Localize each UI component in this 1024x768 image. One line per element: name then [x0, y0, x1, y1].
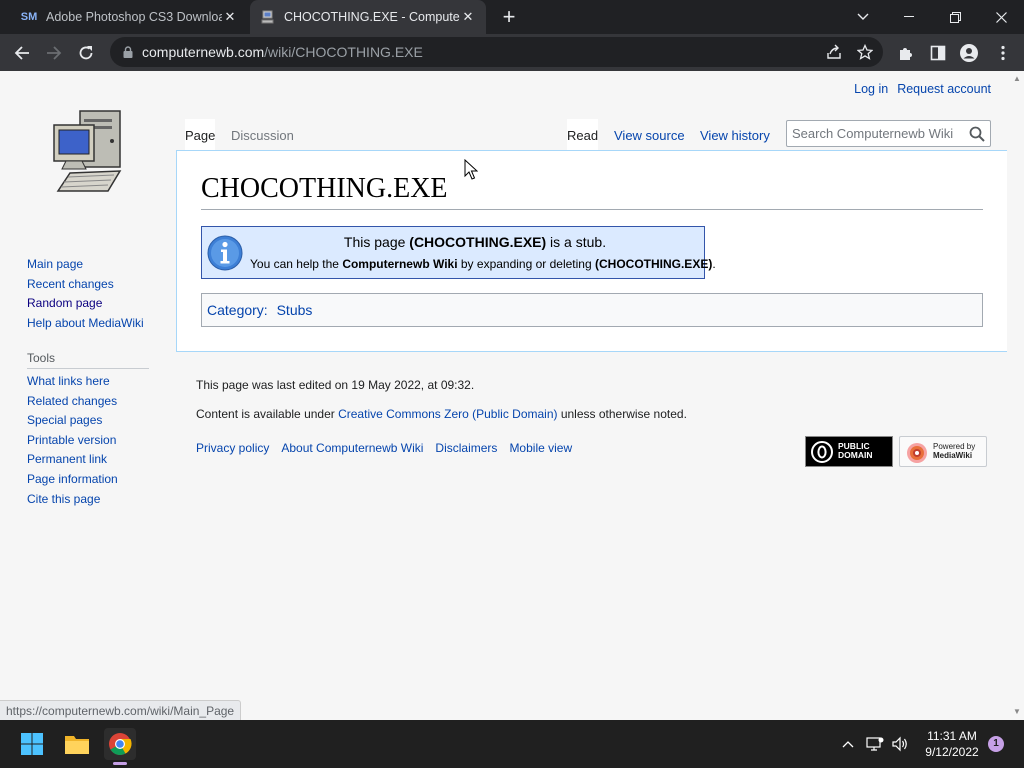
- login-link[interactable]: Log in: [854, 82, 888, 96]
- browser-toolbar: computernewb.com/wiki/CHOCOTHING.EXE: [0, 34, 1024, 71]
- computer-logo-icon[interactable]: [50, 107, 126, 193]
- tool-page-information[interactable]: Page information: [27, 470, 118, 490]
- chrome-icon[interactable]: [104, 728, 136, 765]
- extensions-puzzle-icon[interactable]: [896, 43, 916, 63]
- footer-places: Privacy policy About Computernewb Wiki D…: [196, 441, 572, 455]
- nav-recent-changes[interactable]: Recent changes: [27, 275, 144, 295]
- share-icon[interactable]: [825, 43, 843, 61]
- tool-related-changes[interactable]: Related changes: [27, 392, 118, 412]
- restore-icon[interactable]: [932, 0, 978, 34]
- volume-icon[interactable]: [890, 734, 910, 754]
- back-icon[interactable]: [8, 39, 36, 67]
- scroll-down-icon[interactable]: ▼: [1013, 708, 1021, 716]
- stub-notice: This page (CHOCOTHING.EXE) is a stub. Yo…: [201, 226, 716, 279]
- tab-discussion[interactable]: Discussion: [231, 119, 294, 150]
- license-link[interactable]: Creative Commons Zero (Public Domain): [338, 407, 557, 421]
- url-text: computernewb.com/wiki/CHOCOTHING.EXE: [142, 44, 423, 60]
- navigation-portal: Main page Recent changes Random page Hel…: [27, 255, 144, 333]
- sm-favicon-icon: SM: [20, 11, 38, 23]
- bookmark-star-icon[interactable]: [856, 43, 874, 61]
- tools-portal: What links here Related changes Special …: [27, 372, 118, 509]
- system-clock[interactable]: 11:31 AM 9/12/2022: [912, 728, 992, 760]
- search-icon[interactable]: [969, 126, 985, 142]
- tool-cite-this-page[interactable]: Cite this page: [27, 490, 118, 510]
- content-area: CHOCOTHING.EXE This page (CHOCOTHING.EXE…: [176, 150, 1007, 352]
- clock-time: 11:31 AM: [927, 729, 977, 743]
- tab-strip: SM Adobe Photoshop CS3 Download ✕ CHOCOT…: [0, 0, 1024, 34]
- pd-badge-line2: DOMAIN: [838, 450, 873, 460]
- public-domain-badge[interactable]: PUBLIC DOMAIN: [805, 436, 893, 467]
- footer-about[interactable]: About Computernewb Wiki: [281, 441, 423, 455]
- active-app-indicator: [113, 762, 127, 765]
- category-links: Category: Stubs: [201, 293, 983, 327]
- tab-page[interactable]: Page: [185, 119, 216, 150]
- wiki-search-box: [786, 120, 991, 147]
- file-explorer-icon[interactable]: [61, 728, 93, 760]
- tool-printable-version[interactable]: Printable version: [27, 431, 118, 451]
- footer-privacy-policy[interactable]: Privacy policy: [196, 441, 269, 455]
- computernewb-favicon-icon: [260, 9, 276, 25]
- tool-special-pages[interactable]: Special pages: [27, 411, 118, 431]
- footer-mobile-view[interactable]: Mobile view: [509, 441, 572, 455]
- category-label-link[interactable]: Category:: [207, 302, 268, 318]
- reload-icon[interactable]: [72, 39, 100, 67]
- close-tab-icon[interactable]: ✕: [460, 9, 476, 25]
- minimize-icon[interactable]: [886, 0, 932, 34]
- close-tab-icon[interactable]: ✕: [222, 9, 238, 25]
- lock-icon[interactable]: [122, 45, 134, 59]
- nav-random-page[interactable]: Random page: [27, 294, 144, 314]
- tool-what-links-here[interactable]: What links here: [27, 372, 118, 392]
- address-bar[interactable]: computernewb.com/wiki/CHOCOTHING.EXE: [110, 37, 883, 67]
- web-page: Log in Request account Main page Recent …: [0, 71, 1024, 720]
- request-account-link[interactable]: Request account: [897, 82, 991, 96]
- nav-main-page[interactable]: Main page: [27, 255, 144, 275]
- notification-badge[interactable]: 1: [988, 736, 1004, 752]
- tab-photoshop[interactable]: SM Adobe Photoshop CS3 Download ✕: [12, 0, 248, 34]
- start-windows-icon[interactable]: [16, 728, 48, 760]
- show-hidden-icons-chevron-icon[interactable]: [838, 734, 858, 754]
- close-window-icon[interactable]: [978, 0, 1024, 34]
- nav-help[interactable]: Help about MediaWiki: [27, 314, 144, 334]
- info-icon: [207, 235, 243, 271]
- footer-last-edited: This page was last edited on 19 May 2022…: [196, 378, 475, 392]
- tool-permanent-link[interactable]: Permanent link: [27, 450, 118, 470]
- search-input[interactable]: [787, 121, 957, 146]
- page-scrollbar[interactable]: ▲ ▼: [1010, 71, 1024, 720]
- link-status-bar: https://computernewb.com/wiki/Main_Page: [0, 700, 242, 720]
- tab-view-source[interactable]: View source: [614, 119, 685, 150]
- footer-license: Content is available under Creative Comm…: [196, 407, 687, 421]
- browser-menu-icon[interactable]: [993, 43, 1013, 63]
- new-tab-button[interactable]: +: [498, 6, 520, 28]
- powered-by-mediawiki-badge[interactable]: Powered by MediaWiki: [899, 436, 987, 467]
- forward-icon[interactable]: [40, 39, 68, 67]
- clock-date: 9/12/2022: [925, 745, 979, 759]
- tab-read[interactable]: Read: [567, 119, 599, 150]
- tab-chocothing[interactable]: CHOCOTHING.EXE - Computernewb ✕: [250, 0, 486, 34]
- stub-line-2: You can help the Computernewb Wiki by ex…: [250, 257, 716, 271]
- side-panel-icon[interactable]: [928, 43, 948, 63]
- category-stubs-link[interactable]: Stubs: [277, 302, 313, 318]
- personal-tools: Log in Request account: [854, 82, 991, 96]
- windows-taskbar: 11:31 AM 9/12/2022 1: [0, 720, 1024, 768]
- stub-line-1: This page (CHOCOTHING.EXE) is a stub.: [343, 234, 607, 250]
- page-title: CHOCOTHING.EXE: [201, 173, 983, 210]
- tools-heading: Tools: [27, 351, 149, 369]
- profile-avatar-icon[interactable]: [959, 43, 979, 63]
- tab-search-icon[interactable]: [840, 0, 886, 34]
- tab-title: CHOCOTHING.EXE - Computernewb: [284, 10, 460, 24]
- tab-view-history[interactable]: View history: [700, 119, 770, 150]
- tab-title: Adobe Photoshop CS3 Download: [46, 10, 222, 24]
- mw-badge-line1: Powered by: [933, 442, 976, 451]
- mouse-cursor-icon: [464, 158, 479, 181]
- scroll-up-icon[interactable]: ▲: [1013, 75, 1021, 83]
- network-icon[interactable]: [865, 734, 885, 754]
- mw-badge-line2: MediaWiki: [933, 451, 973, 460]
- footer-disclaimers[interactable]: Disclaimers: [435, 441, 497, 455]
